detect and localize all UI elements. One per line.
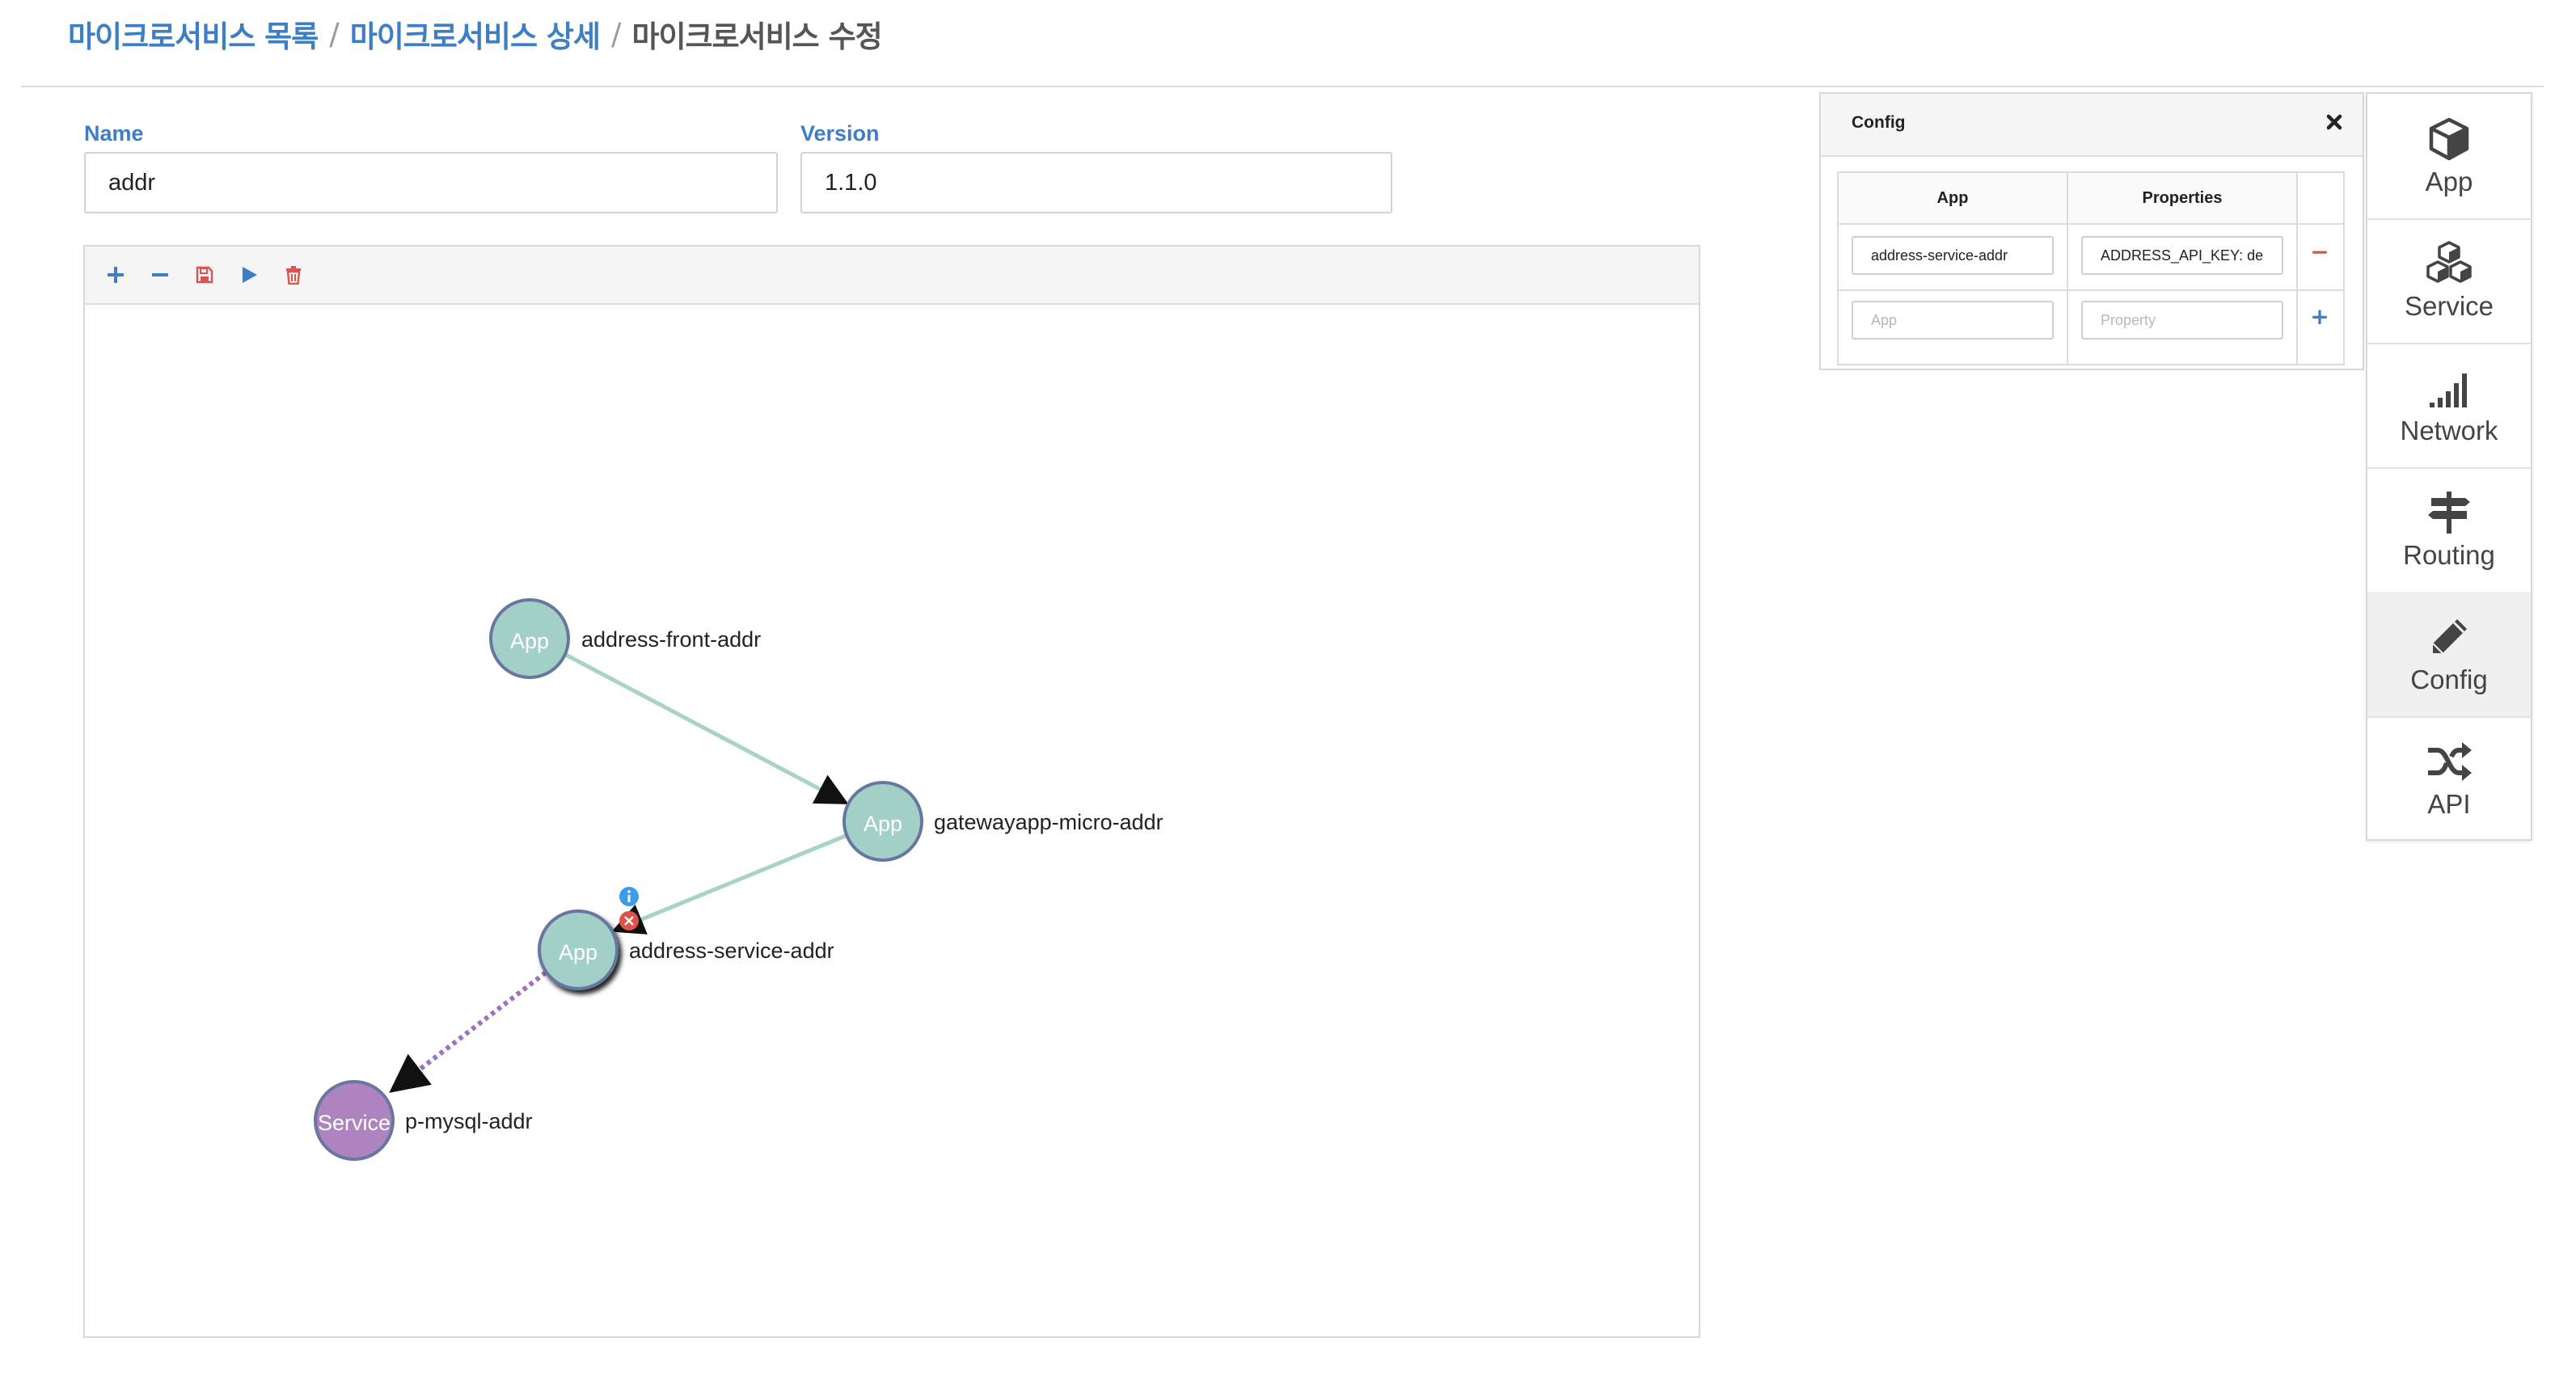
close-config-button[interactable] <box>2321 108 2348 136</box>
config-table: App Properties − + <box>1837 171 2345 365</box>
name-label: Name <box>84 121 144 146</box>
node-name-label: p-mysql-addr <box>405 1109 533 1133</box>
node-name-label: address-front-addr <box>581 627 761 652</box>
config-panel: Config App Properties − + <box>1819 92 2364 370</box>
component-palette: App Service Network Routing Config API <box>2366 92 2532 841</box>
remove-node-icon[interactable] <box>619 911 639 930</box>
palette-label: Routing <box>2403 540 2495 570</box>
palette-label: Service <box>2404 291 2494 321</box>
breadcrumb-separator: / <box>329 16 340 52</box>
name-field[interactable] <box>84 152 778 213</box>
header-divider <box>21 86 2544 87</box>
palette-item-routing[interactable]: Routing <box>2367 467 2531 593</box>
breadcrumb: 마이크로서비스 목록 / 마이크로서비스 상세 / 마이크로서비스 수정 <box>68 11 883 57</box>
palette-item-api[interactable]: API <box>2367 716 2531 841</box>
breadcrumb-separator: / <box>610 16 622 52</box>
cubes-icon <box>2426 241 2472 283</box>
new-config-app-field[interactable] <box>1852 301 2054 340</box>
graph-edge[interactable] <box>563 652 849 805</box>
node-type-label: App <box>510 629 549 653</box>
column-header-app: App <box>1839 173 2067 223</box>
cube-icon <box>2429 117 2469 161</box>
graph-edge[interactable] <box>389 970 547 1093</box>
node-type-label: App <box>559 940 598 964</box>
node-name-label: address-service-addr <box>629 939 834 963</box>
column-header-properties: Properties <box>2068 173 2296 223</box>
signal-icon <box>2430 373 2467 407</box>
config-header: Config <box>1821 94 2363 157</box>
config-title: Config <box>1852 113 1906 132</box>
palette-label: API <box>2427 789 2471 819</box>
graph-node-address-front-addr[interactable]: App address-front-addr <box>489 598 761 679</box>
palette-label: App <box>2425 167 2473 196</box>
node-type-label: Service <box>318 1111 391 1135</box>
version-field[interactable] <box>800 152 1392 213</box>
graph-edge[interactable] <box>611 833 848 935</box>
palette-item-app[interactable]: App <box>2367 94 2531 220</box>
breadcrumb-microservice-list[interactable]: 마이크로서비스 목록 <box>68 12 319 56</box>
graph-node-gatewayapp-micro-addr[interactable]: App gatewayapp-micro-addr <box>842 781 1163 862</box>
graph-canvas[interactable]: App address-front-addr App gatewayapp-mi… <box>83 245 1700 1338</box>
service-graph: App address-front-addr App gatewayapp-mi… <box>314 598 1163 1161</box>
palette-label: Config <box>2410 665 2488 694</box>
palette-item-network[interactable]: Network <box>2367 343 2531 469</box>
add-config-button[interactable]: + <box>2308 303 2332 330</box>
remove-config-button[interactable]: − <box>2308 238 2332 265</box>
palette-item-service[interactable]: Service <box>2367 218 2531 344</box>
close-icon <box>2326 114 2342 130</box>
breadcrumb-microservice-detail[interactable]: 마이크로서비스 상세 <box>350 12 601 56</box>
pencil-icon <box>2432 619 2467 654</box>
shuffle-icon <box>2428 742 2472 781</box>
config-app-field[interactable] <box>1852 236 2054 275</box>
graph-node-p-mysql-addr[interactable]: Service p-mysql-addr <box>314 1080 533 1161</box>
page-title: 마이크로서비스 수정 <box>631 19 882 54</box>
info-icon[interactable] <box>619 887 639 906</box>
node-type-label: App <box>864 812 902 836</box>
signpost-icon <box>2428 492 2470 534</box>
palette-item-config[interactable]: Config <box>2367 592 2531 718</box>
new-config-property-field[interactable] <box>2081 301 2283 340</box>
version-label: Version <box>800 121 880 146</box>
node-name-label: gatewayapp-micro-addr <box>934 810 1163 834</box>
palette-label: Network <box>2400 416 2498 445</box>
config-property-field[interactable] <box>2081 236 2283 275</box>
